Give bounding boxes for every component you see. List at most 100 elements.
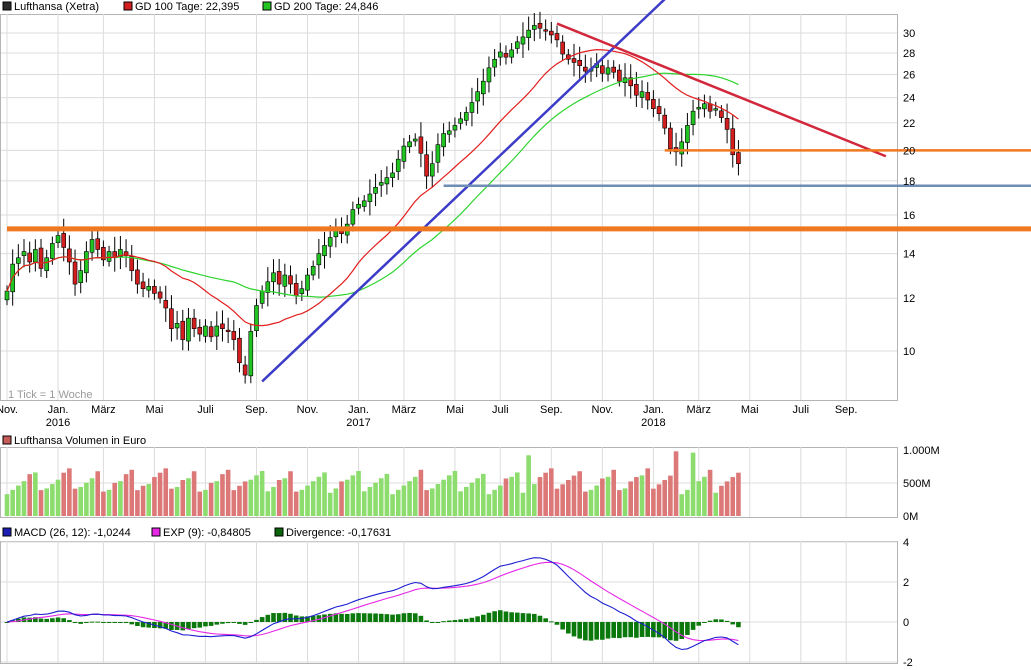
divergence-bar — [265, 614, 271, 622]
divergence-bar — [526, 613, 531, 622]
volume-bar — [651, 488, 656, 516]
volume-bar — [27, 474, 32, 516]
y-tick-label: 22 — [903, 118, 915, 130]
divergence-bar — [571, 622, 577, 637]
divergence-bar — [520, 613, 526, 622]
candle-down — [571, 58, 577, 63]
candle-up — [492, 58, 497, 68]
candle-down — [662, 114, 668, 129]
divergence-bar — [696, 622, 702, 626]
volume-bar — [356, 470, 361, 516]
volume-bar — [231, 490, 237, 516]
volume-bar — [673, 451, 679, 516]
divergence-bar — [361, 613, 367, 622]
volume-bar — [390, 494, 395, 516]
divergence-bar — [118, 622, 123, 623]
divergence-bar — [78, 622, 84, 624]
candle-up — [146, 286, 152, 291]
candle-up — [458, 118, 463, 124]
divergence-bar — [719, 619, 724, 622]
divergence-bar — [242, 622, 248, 625]
divergence-bar — [254, 619, 259, 622]
candle-up — [33, 249, 38, 263]
volume-bar — [719, 485, 724, 516]
y-tick-label: 14 — [903, 249, 915, 261]
x-tick-label: Mai — [146, 404, 164, 416]
divergence-bar — [180, 622, 186, 631]
divergence-bar — [72, 622, 78, 623]
divergence-bar — [577, 622, 582, 639]
volume-bar — [662, 479, 668, 516]
divergence-bar — [214, 622, 220, 625]
divergence-bar — [129, 622, 135, 625]
candle-up — [469, 102, 475, 113]
divergence-bar — [106, 622, 112, 623]
legend-label-divergence: Divergence: -0,17631 — [286, 527, 391, 539]
macd-tick-label: 2 — [903, 577, 909, 589]
candle-up — [685, 125, 690, 143]
divergence-bar — [401, 613, 407, 622]
divergence-bar — [463, 618, 469, 622]
candle-up — [702, 103, 707, 110]
candle-down — [38, 247, 44, 269]
volume-bar — [702, 476, 707, 516]
volume-bar — [197, 491, 203, 516]
volume-bar — [424, 490, 429, 516]
candle-up — [395, 158, 401, 172]
macd-tick-label: -2 — [903, 657, 913, 669]
candle-down — [152, 286, 157, 294]
legend-label-gd200: GD 200 Tage: 24,846 — [274, 1, 378, 13]
divergence-bar — [135, 622, 140, 627]
volume-bar — [135, 490, 140, 516]
divergence-bar — [690, 622, 696, 630]
tick-note: 1 Tick = 1 Woche — [8, 389, 92, 401]
candle-down — [237, 337, 242, 364]
volume-bar — [520, 492, 526, 516]
x-year-label: 2016 — [46, 417, 70, 429]
divergence-bar — [350, 613, 356, 622]
candle-down — [135, 269, 140, 285]
volume-bar — [265, 491, 271, 516]
candle-up — [322, 245, 327, 257]
volume-bar — [259, 470, 265, 516]
candle-up — [475, 91, 480, 102]
volume-bar — [254, 475, 259, 516]
volume-bar — [163, 468, 169, 516]
candle-up — [174, 323, 180, 329]
volume-bar — [685, 489, 690, 516]
volume-bar — [583, 491, 588, 516]
volume-bar — [588, 489, 594, 516]
volume-bar — [339, 481, 344, 516]
candle-up — [690, 110, 696, 126]
volume-bar — [571, 475, 577, 516]
candle-down — [543, 29, 548, 32]
volume-bar — [237, 485, 242, 516]
divergence-bar — [248, 622, 254, 623]
divergence-bar — [395, 614, 401, 622]
volume-bar — [730, 477, 736, 516]
divergence-bar — [225, 622, 231, 624]
x-year-label: 2017 — [346, 417, 370, 429]
volume-bar — [4, 494, 10, 516]
candle-down — [554, 33, 560, 41]
divergence-bar — [424, 620, 429, 622]
volume-bar — [72, 488, 78, 516]
candle-down — [577, 59, 582, 66]
y-tick-label: 30 — [903, 28, 915, 40]
candle-up — [401, 145, 407, 162]
legend-swatch-price — [2, 1, 12, 11]
candle-up — [84, 251, 89, 274]
volume-bar — [378, 478, 384, 516]
divergence-bar — [588, 622, 594, 641]
divergence-bar — [50, 618, 55, 622]
candle-down — [72, 261, 78, 285]
volume-bar — [78, 486, 84, 516]
volume-bar — [418, 469, 424, 516]
volume-bar — [16, 485, 21, 516]
volume-bar — [724, 481, 730, 516]
volume-bar — [395, 489, 401, 516]
divergence-bar — [186, 622, 191, 629]
divergence-bar — [628, 622, 633, 638]
volume-bar — [203, 489, 208, 516]
candle-up — [696, 107, 702, 110]
